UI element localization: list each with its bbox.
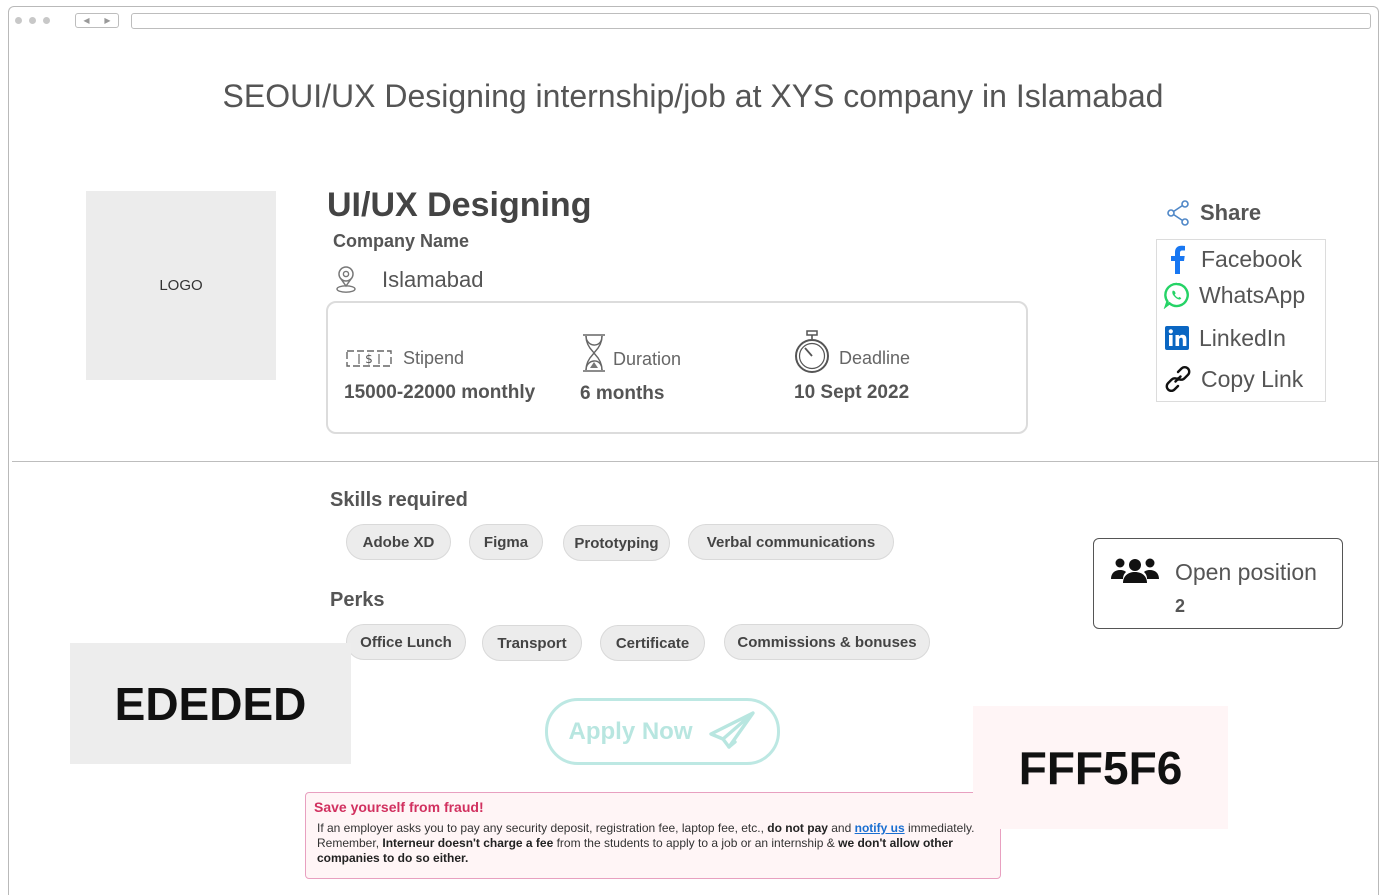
stopwatch-icon: [795, 330, 829, 373]
job-info-card: $ Stipend 15000-22000 monthly Duration 6…: [326, 301, 1028, 434]
deadline-value: 10 Sept 2022: [794, 382, 910, 403]
perk-tag: Commissions & bonuses: [724, 624, 930, 660]
apply-now-label: Apply Now: [568, 717, 693, 745]
skill-tag: Verbal communications: [688, 524, 894, 560]
nav-buttons: ◀ ▶: [75, 13, 119, 28]
perk-tag: Certificate: [600, 625, 705, 661]
share-facebook[interactable]: Facebook: [1163, 244, 1302, 274]
location-text: Islamabad: [382, 267, 484, 292]
fraud-warning: Save yourself from fraud! If an employer…: [305, 792, 1001, 879]
share-copy-link-label: Copy Link: [1201, 365, 1304, 392]
perk-tag: Transport: [482, 625, 582, 661]
perk-tag: Office Lunch: [346, 624, 466, 660]
skill-tag: Figma: [469, 524, 543, 560]
color-swatch-fff5f6: FFF5F6: [973, 706, 1228, 829]
share-label: Share: [1200, 200, 1262, 225]
notify-us-link[interactable]: notify us: [855, 821, 905, 835]
logo-placeholder-text: LOGO: [159, 277, 203, 294]
apply-now-button[interactable]: Apply Now: [545, 698, 780, 765]
skill-tag: Prototyping: [563, 525, 670, 561]
perks-heading: Perks: [330, 589, 385, 611]
open-position-card: Open position 2: [1093, 538, 1343, 629]
people-group-icon: [1111, 558, 1159, 583]
whatsapp-icon: [1163, 282, 1189, 309]
company-logo: LOGO: [86, 191, 276, 380]
job-title: UI/UX Designing: [327, 186, 592, 224]
share-whatsapp-label: WhatsApp: [1199, 281, 1306, 308]
address-bar[interactable]: [131, 13, 1371, 29]
share-menu: Facebook WhatsApp LinkedIn Copy Link: [1156, 239, 1326, 402]
open-position-count: 2: [1175, 596, 1186, 616]
facebook-icon: [1171, 245, 1185, 274]
share-icon: [1167, 200, 1189, 226]
open-position-label: Open position: [1175, 559, 1317, 585]
share-linkedin[interactable]: LinkedIn: [1163, 324, 1286, 352]
deadline-label: Deadline: [839, 348, 911, 368]
paper-plane-icon: [708, 710, 755, 749]
window-maximize-dot[interactable]: [43, 17, 50, 24]
cash-icon: $: [346, 350, 392, 367]
skill-tag: Adobe XD: [346, 524, 451, 560]
share-header[interactable]: Share: [1166, 200, 1261, 226]
browser-toolbar: ◀ ▶: [9, 7, 1378, 37]
window-minimize-dot[interactable]: [29, 17, 36, 24]
link-icon: [1165, 365, 1191, 393]
duration-value: 6 months: [580, 383, 665, 404]
location-pin-icon: [336, 266, 356, 293]
back-icon[interactable]: ◀: [83, 16, 89, 25]
svg-text:$: $: [365, 352, 373, 366]
fraud-warning-text: If an employer asks you to pay any secur…: [317, 821, 975, 865]
section-divider: [12, 461, 1378, 462]
hourglass-icon: [583, 334, 605, 372]
skills-heading: Skills required: [330, 489, 468, 511]
share-whatsapp[interactable]: WhatsApp: [1163, 281, 1305, 309]
fraud-warning-title: Save yourself from fraud!: [314, 799, 484, 815]
share-copy-link[interactable]: Copy Link: [1163, 364, 1303, 394]
window-close-dot[interactable]: [15, 17, 22, 24]
linkedin-icon: [1165, 326, 1189, 350]
color-swatch-ededed: EDEDED: [70, 643, 351, 764]
forward-icon[interactable]: ▶: [104, 16, 110, 25]
share-facebook-label: Facebook: [1201, 245, 1303, 272]
stipend-label: Stipend: [403, 348, 465, 368]
page-title: SEOUI/UX Designing internship/job at XYS…: [222, 78, 1164, 114]
company-name[interactable]: Company Name: [333, 231, 469, 252]
stipend-value: 15000-22000 monthly: [344, 382, 536, 403]
duration-label: Duration: [613, 349, 682, 369]
share-linkedin-label: LinkedIn: [1199, 324, 1286, 351]
